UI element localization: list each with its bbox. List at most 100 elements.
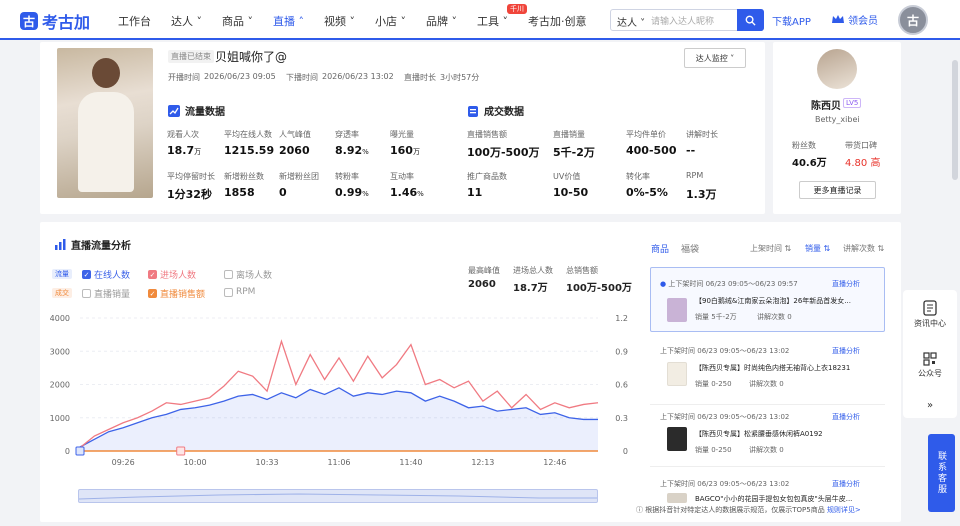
rules-link[interactable]: 规则详见> (827, 506, 861, 514)
fans-value: 40.6万 (792, 158, 827, 169)
y-left-tick-label: 3000 (50, 347, 70, 356)
clipboard-icon (468, 105, 478, 117)
cover-figure-head (92, 58, 120, 88)
legend-sales-volume[interactable]: 直播销量 (82, 287, 130, 300)
legend-sales-amount[interactable]: ✓ 直播销售额 (148, 287, 205, 300)
more-live-records-button[interactable]: 更多直播记录 (799, 181, 876, 199)
stat-label: 人气峰值 (279, 130, 311, 139)
legend-rpm[interactable]: RPM (224, 287, 255, 297)
nav-workbench[interactable]: 工作台 (118, 13, 151, 29)
legend-label: 离场人数 (236, 271, 273, 281)
stat-label: 平均件单价 (626, 130, 666, 139)
nav-goods[interactable]: 商品 ˅ (222, 13, 253, 29)
main-nav: 工作台 达人 ˅ 商品 ˅ 直播 ˄ 视频 ˅ 小店 ˅ 品牌 ˅ 工具 ˅ 考… (118, 13, 607, 29)
product-time: ● 上下架时间 06/23 09:05～06/23 09:57 (660, 279, 798, 289)
page-scrollbar[interactable] (952, 60, 958, 180)
nav-live[interactable]: 直播 ˄ (273, 13, 304, 29)
nav-tools[interactable]: 工具 ˅ (477, 13, 508, 29)
stat-unit: % (362, 190, 369, 198)
nav-creative[interactable]: 考古加·创意 (528, 13, 587, 29)
duration-label: 直播时长 (404, 73, 436, 82)
legend-leave[interactable]: 离场人数 (224, 268, 272, 281)
product-time-label: 上下架时间 (660, 347, 695, 355)
sort-sales[interactable]: 销量 ⇅ (805, 243, 830, 254)
chart-range-slider[interactable] (78, 489, 598, 503)
traffic-line-chart[interactable]: 0 1000 2000 3000 4000 0 0.3 0.6 0.9 1.2 09:26 10:00… (40, 305, 640, 485)
user-avatar[interactable]: 古 (898, 5, 928, 35)
info-icon: ⓘ (636, 506, 646, 514)
product-name[interactable]: 【陈西贝专属】时尚纯色内搭无袖背心上衣18231 (695, 363, 880, 373)
stat-number: 1.46 (390, 186, 418, 199)
sort-explain-count[interactable]: 讲解次数 ⇅ (843, 243, 884, 254)
vip-link[interactable]: 领会员 (831, 12, 878, 27)
info-center-button[interactable]: 资讯中心 (903, 300, 957, 329)
start-time-label: 开播时间 (168, 73, 200, 82)
streamer-name[interactable]: 陈西贝 (811, 97, 841, 112)
product-name[interactable]: BAGCO"小小的花园手提包女包包真皮"头层牛皮... (695, 494, 880, 504)
stat-value: 11 (467, 186, 483, 199)
stat-label: 讲解时长 (686, 130, 718, 139)
deal-tag: 成交 (52, 288, 72, 298)
stat-value: 1分32秒 (167, 188, 212, 201)
legend-label: 直播销售额 (160, 290, 206, 300)
stat-label: RPM (686, 171, 704, 180)
product-analysis-link[interactable]: 直播分析 (832, 279, 860, 289)
duration: 3小时57分 (440, 73, 480, 82)
legend-online[interactable]: ✓ 在线人数 (82, 268, 130, 281)
traffic-section-heading: 流量数据 (168, 103, 225, 118)
stat-value: 18.7万 (167, 144, 201, 157)
legend-label: RPM (236, 287, 256, 297)
streamer-level-badge: LV5 (843, 98, 862, 108)
product-analysis-link[interactable]: 直播分析 (832, 479, 860, 489)
stat-unit: 万 (194, 148, 202, 156)
product-analysis-link[interactable]: 直播分析 (832, 412, 860, 422)
vip-label: 领会员 (848, 16, 878, 27)
search-button[interactable] (737, 9, 764, 31)
checkbox-checked-icon: ✓ (82, 270, 91, 279)
nav-video[interactable]: 视频 ˅ (324, 13, 355, 29)
nav-talent[interactable]: 达人 ˅ (171, 13, 202, 29)
x-tick-label: 12:46 (543, 458, 566, 467)
qianchuan-badge: 千川 (507, 4, 527, 14)
tab-products[interactable]: 商品 (651, 242, 669, 255)
x-tick-label: 11:06 (327, 458, 350, 467)
talent-monitor-button[interactable]: 达人监控 ˅ (684, 48, 746, 68)
nav-shop[interactable]: 小店 ˅ (375, 13, 406, 29)
stat-number: 8.92 (335, 144, 363, 157)
product-name[interactable]: 【陈西贝专属】松紧腰垂感休闲裤A0192 (695, 429, 880, 439)
stat-value: 0.99% (335, 186, 369, 199)
slider-preview-sparkline (78, 493, 597, 500)
streamer-avatar[interactable] (817, 49, 857, 89)
checkbox-checked-icon: ✓ (148, 270, 157, 279)
product-explain-count: 讲解次数 0 (749, 380, 784, 388)
brand-logo[interactable]: 古 考古加 (20, 9, 90, 33)
legend-enter[interactable]: ✓ 进场人数 (148, 268, 196, 281)
nav-brand[interactable]: 品牌 ˅ (426, 13, 457, 29)
tab-lucky-bag[interactable]: 福袋 (681, 242, 699, 255)
checkbox-checked-icon: ✓ (148, 289, 157, 298)
x-tick-label: 10:33 (256, 458, 279, 467)
download-app-link[interactable]: 下载APP (772, 13, 811, 28)
product-time: 上下架时间 06/23 09:05～06/23 13:02 (660, 479, 789, 489)
stat-label: 新增粉丝团 (279, 172, 319, 181)
product-explain-count: 讲解次数 0 (757, 313, 792, 321)
stat-value: 5千-2万 (553, 146, 595, 159)
checkbox-empty-icon (82, 289, 91, 298)
sort-listing-time[interactable]: 上架时间 ⇅ (750, 243, 791, 254)
live-title: 贝姐喊你了@ (215, 50, 288, 64)
product-name[interactable]: 【90白鹅绒&江南家云朵泡泡】26年新品首发女... (695, 296, 880, 306)
summary-value: 100万-500万 (566, 283, 632, 294)
product-analysis-link[interactable]: 直播分析 (832, 346, 860, 356)
expand-side-button[interactable]: » (903, 400, 957, 411)
search-input[interactable]: 请输入达人昵称 (651, 14, 714, 27)
y-left-tick-label: 0 (65, 447, 70, 456)
x-tick-label: 11:40 (399, 458, 422, 467)
checkbox-empty-icon (224, 287, 233, 297)
contact-service-button[interactable]: 联系客服 (928, 434, 955, 512)
end-time-label: 下播时间 (286, 73, 318, 82)
official-account-button[interactable]: 公众号 (903, 352, 957, 379)
y-left-tick-label: 2000 (50, 381, 70, 390)
stat-value: 1215.59 (224, 144, 275, 157)
search-scope-select[interactable]: 达人 ˅ (617, 14, 645, 29)
flow-tag: 流量 (52, 269, 72, 279)
